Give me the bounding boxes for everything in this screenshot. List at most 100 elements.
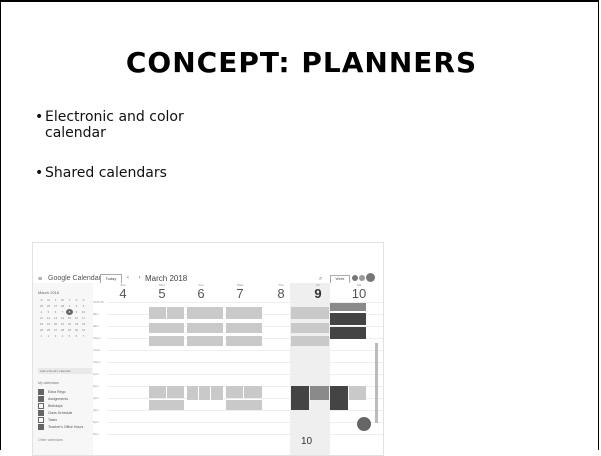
calendar-list-item[interactable]: Birthdays: [38, 402, 83, 409]
event-block[interactable]: [330, 303, 366, 311]
week-grid: Sun 4 Mon 5 Tue 6 Wed 7 Thu 8 Fri 9 Sat 10 GMT-06 8am 9…: [93, 283, 383, 455]
day-number: 5: [158, 286, 166, 301]
day-number: 10: [351, 286, 367, 301]
event-block[interactable]: [330, 313, 366, 325]
event-block[interactable]: [167, 386, 184, 398]
hour-gridline: [107, 422, 383, 423]
add-event-button[interactable]: [357, 417, 371, 431]
hour-gridline: [107, 410, 383, 411]
event-block[interactable]: [149, 323, 184, 333]
day-number: 9: [314, 286, 322, 301]
mini-calendar-day[interactable]: 3: [52, 333, 59, 339]
checkbox[interactable]: [38, 416, 44, 423]
day-header[interactable]: Sat 10: [340, 283, 378, 300]
page-number: 10: [301, 436, 313, 447]
event-block[interactable]: [291, 323, 329, 333]
mini-calendar-day[interactable]: 7: [80, 333, 87, 339]
event-block[interactable]: [149, 386, 166, 398]
search-icon[interactable]: ⌕: [319, 276, 322, 283]
hour-label: 11am: [93, 348, 101, 352]
event-block[interactable]: [226, 386, 243, 398]
day-header[interactable]: Sun 4: [104, 283, 142, 300]
current-month: March 2018: [145, 274, 188, 283]
checkbox[interactable]: [38, 388, 44, 395]
mini-calendar-week: 1234567: [38, 333, 90, 339]
checkbox[interactable]: [38, 423, 44, 430]
event-block[interactable]: [167, 307, 184, 319]
checkbox[interactable]: [38, 409, 44, 416]
event-block[interactable]: [187, 336, 223, 346]
calendar-list-item[interactable]: Assignments: [38, 395, 83, 402]
mini-calendar-day[interactable]: 4: [59, 333, 66, 339]
day-header[interactable]: Fri 9: [299, 283, 337, 300]
bullet-item: Shared calendars: [35, 165, 215, 181]
event-block[interactable]: [291, 307, 329, 319]
hour-label: 5pm: [93, 420, 99, 424]
scrollbar[interactable]: [375, 343, 378, 423]
settings-icon[interactable]: [359, 275, 365, 281]
calendar-list-item[interactable]: Class Schedule: [38, 409, 83, 416]
calendar-screenshot: ≡ Google Calendar Today Thursday, March …: [32, 242, 384, 456]
hour-label: 10am: [93, 336, 101, 340]
search-people-input[interactable]: Add a friend's calendar: [38, 368, 92, 374]
event-block[interactable]: [199, 386, 210, 400]
menu-icon[interactable]: ≡: [38, 276, 42, 283]
calendar-name: Tasks: [48, 417, 57, 422]
avatar[interactable]: [366, 273, 375, 282]
hour-label: 12pm: [93, 360, 101, 364]
bullet-text: Electronic and color calendar: [45, 109, 184, 141]
mini-calendar-day[interactable]: 2: [45, 333, 52, 339]
mini-calendar-day[interactable]: 6: [73, 333, 80, 339]
event-block[interactable]: [330, 327, 366, 339]
mini-calendar-day[interactable]: 1: [38, 333, 45, 339]
checkbox[interactable]: [38, 402, 44, 409]
calendar-list-item[interactable]: Teacher's Office Hours: [38, 423, 83, 430]
event-block[interactable]: [226, 307, 262, 319]
slide: CONCEPT: PLANNERS Electronic and color c…: [0, 0, 599, 456]
week-nav[interactable]: ‹ ›: [127, 275, 145, 281]
event-block[interactable]: [226, 336, 262, 346]
my-calendars-label: My calendars: [38, 381, 59, 385]
event-block[interactable]: [244, 386, 262, 398]
other-calendars-label: Other calendars: [38, 438, 63, 442]
checkbox[interactable]: [38, 395, 44, 402]
event-block[interactable]: [226, 400, 262, 410]
calendar-list-item[interactable]: Tasks: [38, 416, 83, 423]
event-block[interactable]: [291, 336, 329, 346]
event-block[interactable]: [349, 386, 366, 400]
hour-label: 3pm: [93, 396, 99, 400]
event-block[interactable]: [310, 386, 329, 400]
help-icon[interactable]: [352, 275, 358, 281]
hour-label: 8am: [93, 312, 99, 316]
day-header[interactable]: Mon 5: [143, 283, 181, 300]
day-number: 7: [236, 286, 244, 301]
event-block[interactable]: [330, 386, 348, 410]
day-header[interactable]: Wed 7: [221, 283, 259, 300]
event-block[interactable]: [149, 400, 184, 410]
event-block[interactable]: [149, 336, 184, 346]
bullet-item: Electronic and color calendar: [35, 109, 215, 141]
calendar-list: Edna Rego Assignments Birthdays Class Sched…: [38, 388, 83, 430]
day-header[interactable]: Thu 8: [262, 283, 300, 300]
day-number: 6: [197, 286, 205, 301]
hour-gridline: [107, 374, 383, 375]
hour-label: 9am: [93, 324, 99, 328]
slide-title: CONCEPT: PLANNERS: [125, 46, 478, 79]
event-block[interactable]: [149, 307, 166, 319]
bullet-text: Shared calendars: [45, 165, 167, 181]
hour-label: 4pm: [93, 408, 99, 412]
mini-calendar-month: March 2018: [38, 290, 60, 295]
event-block[interactable]: [187, 323, 223, 333]
mini-calendar: March 2018 S M T W T F S 25 26 27 28 1 2 3 4 5 6 7…: [38, 290, 90, 339]
event-block[interactable]: [226, 323, 262, 333]
mini-calendar-day[interactable]: 5: [66, 333, 73, 339]
day-number: 8: [277, 286, 285, 301]
event-block[interactable]: [291, 386, 309, 410]
calendar-list-item[interactable]: Edna Rego: [38, 388, 83, 395]
event-block[interactable]: [187, 386, 198, 400]
bullet-list: Electronic and color calendar Shared cal…: [35, 109, 215, 205]
event-block[interactable]: [211, 386, 223, 400]
event-block[interactable]: [187, 307, 223, 319]
day-header[interactable]: Tue 6: [182, 283, 220, 300]
hour-label: 2pm: [93, 384, 99, 388]
